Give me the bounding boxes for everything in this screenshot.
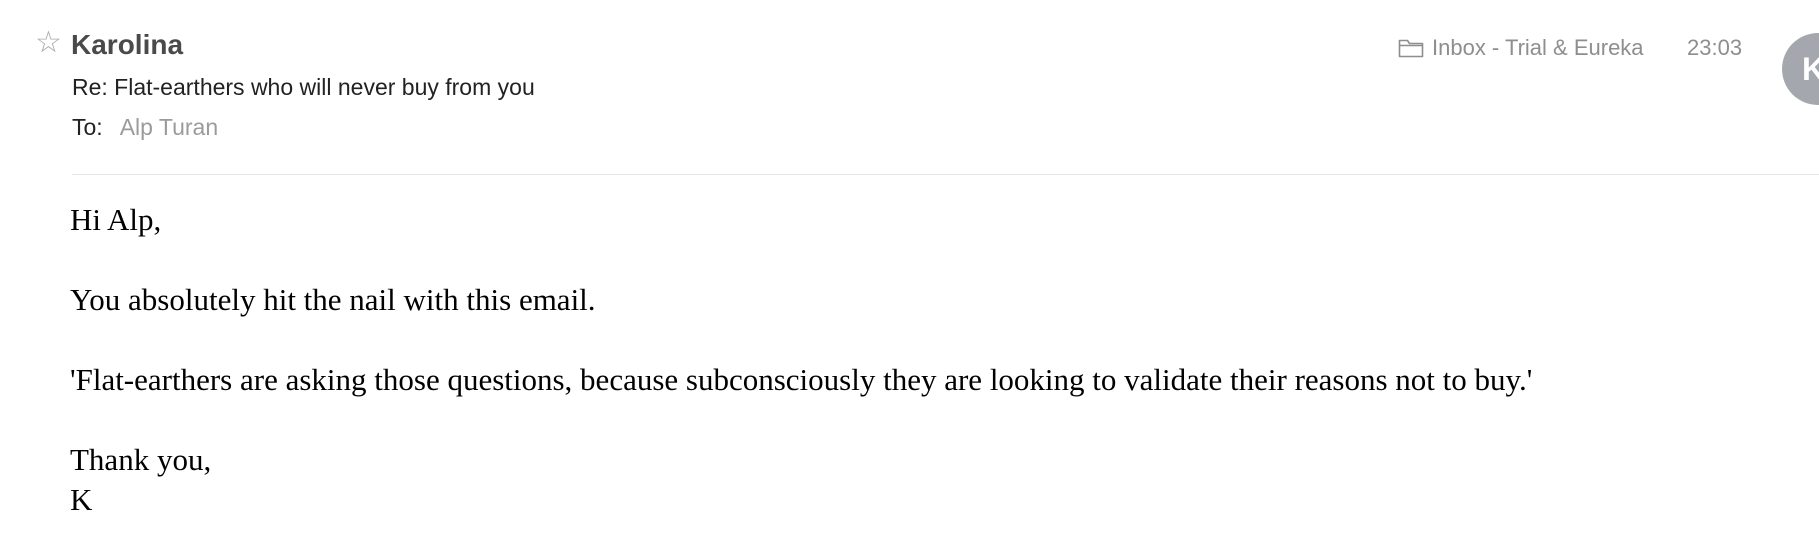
recipient-name[interactable]: Alp Turan <box>120 112 218 142</box>
body-closing: Thank you, <box>70 442 212 477</box>
folder-icon <box>1398 39 1424 58</box>
message-subject: Re: Flat-earthers who will never buy fro… <box>72 74 535 100</box>
body-signature: K <box>70 482 93 517</box>
recipient-row: To: Alp Turan <box>72 112 218 142</box>
mailbox-location[interactable]: Inbox - Trial & Eureka <box>1398 34 1644 62</box>
star-icon[interactable]: ☆ <box>35 27 62 59</box>
body-greeting: Hi Alp, <box>70 202 162 237</box>
to-label: To: <box>72 114 103 140</box>
mailbox-label: Inbox - Trial & Eureka <box>1432 35 1644 60</box>
message-body: Hi Alp, You absolutely hit the nail with… <box>70 200 1790 520</box>
message-time: 23:03 <box>1687 35 1743 60</box>
body-line: You absolutely hit the nail with this em… <box>70 282 596 317</box>
avatar: K <box>1782 33 1819 105</box>
body-quote: 'Flat-earthers are asking those question… <box>70 362 1533 397</box>
header-divider <box>72 174 1819 175</box>
sender-name: Karolina <box>71 29 184 60</box>
